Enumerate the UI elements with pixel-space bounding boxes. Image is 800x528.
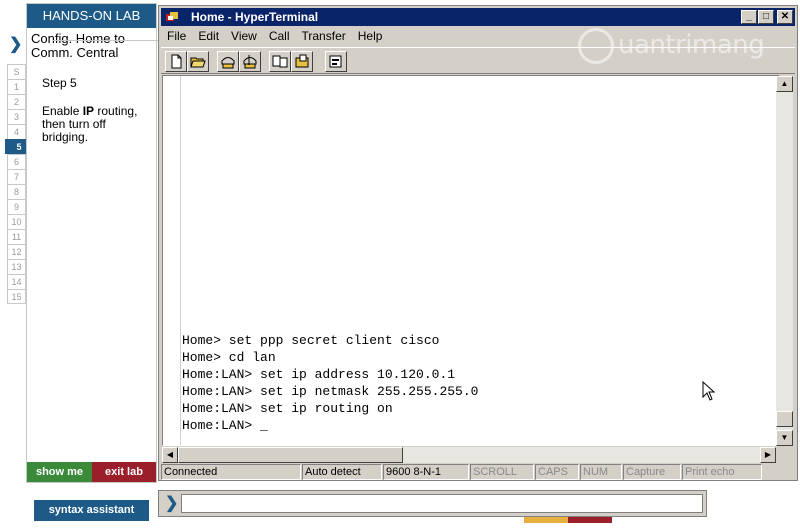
terminal-line: Home:LAN> set ip netmask 255.255.255.0 xyxy=(182,384,479,399)
scroll-down-button[interactable]: ▼ xyxy=(776,430,793,446)
step-number[interactable]: 13 xyxy=(7,259,26,274)
step-number[interactable]: 4 xyxy=(7,124,26,139)
menu-file[interactable]: File xyxy=(161,27,192,46)
step-number[interactable]: 12 xyxy=(7,244,26,259)
vertical-scroll-thumb[interactable] xyxy=(776,411,793,427)
send-icon[interactable] xyxy=(269,51,291,72)
status-connected: Connected xyxy=(161,464,301,480)
new-icon[interactable] xyxy=(165,51,187,72)
terminal-line: Home> set ppp secret client cisco xyxy=(182,333,440,348)
watermark-text: uantrimang xyxy=(618,30,765,60)
receive-icon[interactable] xyxy=(291,51,313,72)
chevron-right-icon: ❯ xyxy=(9,36,23,53)
lab-title-row: ❯ Config. Home to Comm. Central xyxy=(1,28,158,66)
horizontal-scrollbar[interactable]: ◀ ▶ xyxy=(162,447,776,463)
terminal-line: Home:LAN> set ip routing on xyxy=(182,401,393,416)
lab-header: HANDS-ON LAB xyxy=(27,4,156,28)
minimize-button[interactable]: _ xyxy=(741,10,757,24)
step-number[interactable]: 2 xyxy=(7,94,26,109)
menu-transfer[interactable]: Transfer xyxy=(296,27,352,46)
mouse-pointer-icon xyxy=(702,381,716,401)
window-titlebar[interactable]: Home - HyperTerminal _ □ ✕ xyxy=(161,8,795,26)
terminal-line: Home:LAN> _ xyxy=(182,418,268,433)
open-icon[interactable] xyxy=(187,51,209,72)
disconnect-icon[interactable] xyxy=(239,51,261,72)
status-detect: Auto detect xyxy=(302,464,382,480)
properties-icon[interactable] xyxy=(325,51,347,72)
hyperterminal-window: Home - HyperTerminal _ □ ✕ File Edit Vie… xyxy=(158,5,798,481)
menu-call[interactable]: Call xyxy=(263,27,296,46)
step-text-bold: IP xyxy=(82,104,95,118)
exit-lab-button[interactable]: exit lab xyxy=(92,462,156,482)
maximize-button[interactable]: □ xyxy=(758,10,774,24)
step-number[interactable]: 14 xyxy=(7,274,26,289)
menu-view[interactable]: View xyxy=(225,27,263,46)
vertical-scrollbar[interactable]: ▲ ▼ xyxy=(776,76,793,446)
lab-title-line-1: Config. Home to xyxy=(31,31,125,46)
status-scroll: SCROLL xyxy=(470,464,534,480)
lab-buttons: show me exit lab xyxy=(27,462,156,482)
show-me-button[interactable]: show me xyxy=(27,462,92,482)
step-number[interactable]: 10 xyxy=(7,214,26,229)
step-number[interactable]: 1 xyxy=(7,79,26,94)
terminal-margin xyxy=(173,76,181,445)
step-number[interactable]: 7 xyxy=(7,169,26,184)
lab-panel: HANDS-ON LAB ❯ Config. Home to Comm. Cen… xyxy=(9,3,184,483)
terminal-output: Home> set ppp secret client cisco Home> c… xyxy=(182,332,478,434)
close-button[interactable]: ✕ xyxy=(777,10,793,24)
partially-hidden-button[interactable] xyxy=(524,517,568,523)
partially-hidden-button[interactable] xyxy=(568,517,612,523)
hyperterminal-icon xyxy=(166,12,178,21)
lab-title-line-2: Comm. Central xyxy=(31,45,119,60)
watermark-logo-icon xyxy=(578,28,614,64)
step-number[interactable]: 6 xyxy=(7,154,26,169)
status-capture: Capture xyxy=(623,464,681,480)
step-label: Step 5 xyxy=(42,76,77,90)
step-text-pre: Enable xyxy=(42,104,83,118)
watermark: uantrimang xyxy=(578,26,796,70)
status-settings: 9600 8-N-1 xyxy=(383,464,469,480)
horizontal-scroll-thumb[interactable] xyxy=(178,447,403,463)
step-number[interactable]: 11 xyxy=(7,229,26,244)
command-input[interactable] xyxy=(181,494,703,513)
step-number[interactable]: 3 xyxy=(7,109,26,124)
screen: S 1 2 3 4 5 6 7 8 9 10 11 12 13 14 15 HANDS-ON LAB ❯ Co… xyxy=(0,0,800,528)
step-number[interactable]: 8 xyxy=(7,184,26,199)
chevron-right-icon: ❯ xyxy=(165,495,179,512)
step-number-list: S 1 2 3 4 5 6 7 8 9 10 11 12 13 14 15 xyxy=(5,64,33,304)
step-number[interactable]: 15 xyxy=(7,289,26,304)
window-controls: _ □ ✕ xyxy=(741,10,793,24)
menu-edit[interactable]: Edit xyxy=(192,27,225,46)
terminal-screen[interactable]: Home> set ppp secret client cisco Home> c… xyxy=(162,75,780,446)
step-instructions: Enable IP routing, then turn off bridgin… xyxy=(42,105,152,144)
scroll-up-button[interactable]: ▲ xyxy=(776,76,793,92)
status-num: NUM xyxy=(580,464,622,480)
scroll-left-button[interactable]: ◀ xyxy=(162,447,178,463)
terminal-line: Home:LAN> set ip address 10.120.0.1 xyxy=(182,367,456,382)
status-bar: Connected Auto detect 9600 8-N-1 SCROLL … xyxy=(161,464,795,480)
lab-title: Config. Home to Comm. Central xyxy=(31,32,151,60)
window-title: Home - HyperTerminal xyxy=(191,10,319,24)
command-bar: ❯ xyxy=(158,490,707,517)
status-print-echo: Print echo xyxy=(682,464,762,480)
scroll-right-button[interactable]: ▶ xyxy=(760,447,776,463)
menu-help[interactable]: Help xyxy=(352,27,389,46)
step-number[interactable]: 9 xyxy=(7,199,26,214)
status-caps: CAPS xyxy=(535,464,579,480)
call-icon[interactable] xyxy=(217,51,239,72)
terminal-line: Home> cd lan xyxy=(182,350,276,365)
syntax-assistant-button[interactable]: syntax assistant xyxy=(34,500,149,521)
step-number[interactable]: S xyxy=(7,64,26,79)
